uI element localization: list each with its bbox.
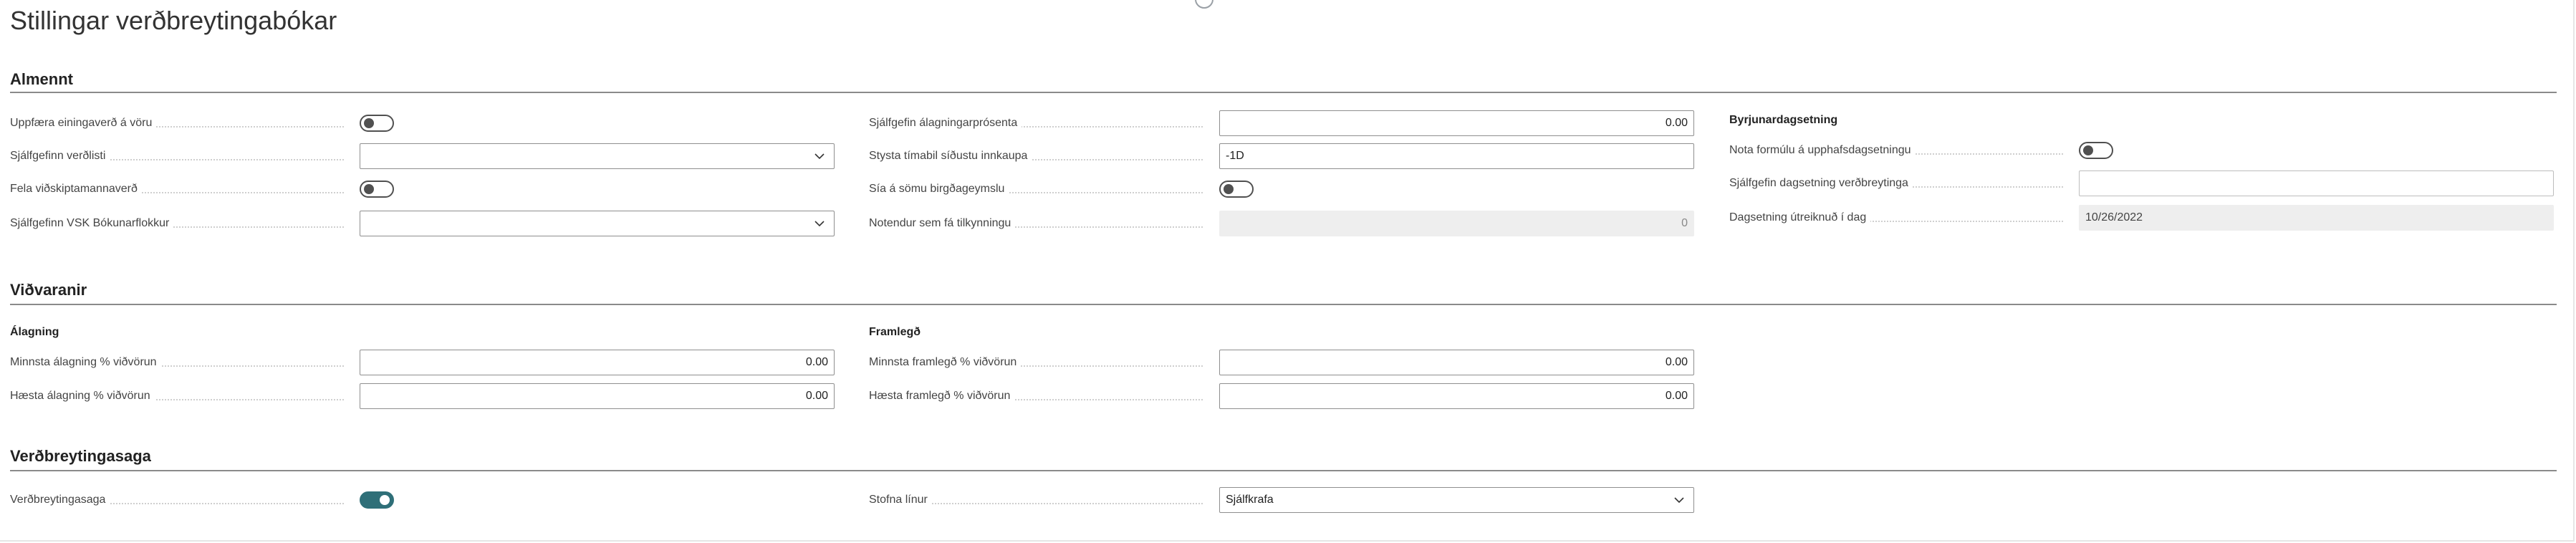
field-label: Fela viðskiptamannaverð bbox=[10, 176, 354, 202]
select-value: Sjálfkrafa bbox=[1226, 494, 1274, 506]
dagsetning-utreiknud-value[interactable]: 10/26/2022 bbox=[2079, 205, 2554, 231]
field-label: Nota formúlu á upphafsdagsetningu bbox=[1729, 138, 2073, 163]
field-label: Uppfæra einingaverð á vöru bbox=[10, 110, 354, 136]
field-sjalfgefinn-verdlisti: Sjálfgefinn verðlisti bbox=[10, 143, 835, 169]
field-sjalfgefin-dagsetning: Sjálfgefin dagsetning verðbreytinga bbox=[1729, 170, 2554, 196]
field-label: Sjálfgefin álagningarprósenta bbox=[869, 110, 1213, 136]
section-title-vidvaranir[interactable]: Viðvaranir bbox=[10, 281, 87, 299]
nota-formulu-toggle[interactable] bbox=[2079, 142, 2113, 159]
field-label: Sía á sömu birgðageymslu bbox=[869, 176, 1213, 202]
haesta-framlegd-input[interactable]: 0.00 bbox=[1219, 383, 1694, 409]
page-frame bbox=[0, 0, 2575, 542]
field-label: Verðbreytingasaga bbox=[10, 487, 354, 513]
toggle-knob-icon bbox=[380, 495, 390, 505]
field-nota-formulu: Nota formúlu á upphafsdagsetningu bbox=[1729, 138, 2553, 163]
notendur-tilkynningu-value[interactable]: 0 bbox=[1219, 211, 1694, 236]
field-label: Dagsetning útreiknuð í dag bbox=[1729, 205, 2073, 231]
toggle-knob-icon bbox=[1224, 184, 1234, 194]
field-minnsta-alagning: Minnsta álagning % viðvörun 0.00 bbox=[10, 350, 835, 375]
field-verdbreytingasaga: Verðbreytingasaga bbox=[10, 487, 834, 513]
haesta-alagning-input[interactable]: 0.00 bbox=[360, 383, 835, 409]
sia-somu-birgdageymslu-toggle[interactable] bbox=[1219, 181, 1254, 198]
field-label: Stofna línur bbox=[869, 487, 1213, 513]
field-label: Minnsta álagning % viðvörun bbox=[10, 350, 354, 375]
group-title-framlegd: Framlegð bbox=[869, 326, 921, 338]
section-title-almennt[interactable]: Almennt bbox=[10, 70, 73, 89]
field-label: Sjálfgefin dagsetning verðbreytinga bbox=[1729, 170, 2073, 196]
section-divider bbox=[10, 304, 2557, 305]
page-title: Stillingar verðbreytingabókar bbox=[10, 6, 337, 35]
group-title-alagning: Álagning bbox=[10, 326, 59, 338]
field-label: Notendur sem fá tilkynningu bbox=[869, 211, 1213, 236]
field-stysta-timabil: Stysta tímabil síðustu innkaupa -1D bbox=[869, 143, 1694, 169]
toggle-knob-icon bbox=[2083, 145, 2093, 155]
field-uppfaera-einingaverd: Uppfæra einingaverð á vöru bbox=[10, 110, 834, 136]
group-title-byrjunardagsetning: Byrjunardagsetning bbox=[1729, 114, 1838, 126]
minnsta-framlegd-input[interactable]: 0.00 bbox=[1219, 350, 1694, 375]
chevron-down-icon bbox=[814, 153, 825, 160]
section-divider bbox=[10, 470, 2557, 471]
stofna-linur-select[interactable]: Sjálfkrafa bbox=[1219, 487, 1694, 513]
sjalfgefinn-vsk-select[interactable] bbox=[360, 211, 835, 236]
toggle-knob-icon bbox=[364, 184, 374, 194]
fela-vidskiptamannaverd-toggle[interactable] bbox=[360, 181, 394, 198]
section-divider bbox=[10, 92, 2557, 93]
field-sjalfgefin-alagningarprosenta: Sjálfgefin álagningarprósenta 0.00 bbox=[869, 110, 1694, 136]
field-label: Sjálfgefinn verðlisti bbox=[10, 143, 354, 169]
field-label: Minnsta framlegð % viðvörun bbox=[869, 350, 1213, 375]
field-haesta-alagning: Hæsta álagning % viðvörun 0.00 bbox=[10, 383, 835, 409]
stysta-timabil-input[interactable]: -1D bbox=[1219, 143, 1694, 169]
uppfaera-einingaverd-toggle[interactable] bbox=[360, 115, 394, 132]
chevron-down-icon bbox=[1674, 497, 1684, 504]
sjalfgefin-dagsetning-input[interactable] bbox=[2079, 170, 2554, 196]
field-label: Hæsta álagning % viðvörun bbox=[10, 383, 354, 409]
chevron-down-icon bbox=[814, 221, 825, 227]
field-sjalfgefinn-vsk: Sjálfgefinn VSK Bókunarflokkur bbox=[10, 211, 835, 236]
field-minnsta-framlegd: Minnsta framlegð % viðvörun 0.00 bbox=[869, 350, 1694, 375]
field-label: Sjálfgefinn VSK Bókunarflokkur bbox=[10, 211, 354, 236]
field-stofna-linur: Stofna línur Sjálfkrafa bbox=[869, 487, 1694, 513]
field-label: Stysta tímabil síðustu innkaupa bbox=[869, 143, 1213, 169]
field-fela-vidskiptamannaverd: Fela viðskiptamannaverð bbox=[10, 176, 834, 202]
field-dagsetning-utreiknud: Dagsetning útreiknuð í dag 10/26/2022 bbox=[1729, 205, 2554, 231]
field-label: Hæsta framlegð % viðvörun bbox=[869, 383, 1213, 409]
minnsta-alagning-input[interactable]: 0.00 bbox=[360, 350, 835, 375]
field-notendur-tilkynningu: Notendur sem fá tilkynningu 0 bbox=[869, 211, 1694, 236]
sjalfgefin-alagningarprosenta-input[interactable]: 0.00 bbox=[1219, 110, 1694, 136]
field-haesta-framlegd: Hæsta framlegð % viðvörun 0.00 bbox=[869, 383, 1694, 409]
field-sia-somu-birgdageymslu: Sía á sömu birgðageymslu bbox=[869, 176, 1693, 202]
verdbreytingasaga-toggle[interactable] bbox=[360, 491, 394, 509]
sjalfgefinn-verdlisti-select[interactable] bbox=[360, 143, 835, 169]
toggle-knob-icon bbox=[364, 118, 374, 128]
section-title-verdbreytingasaga[interactable]: Verðbreytingasaga bbox=[10, 447, 151, 466]
